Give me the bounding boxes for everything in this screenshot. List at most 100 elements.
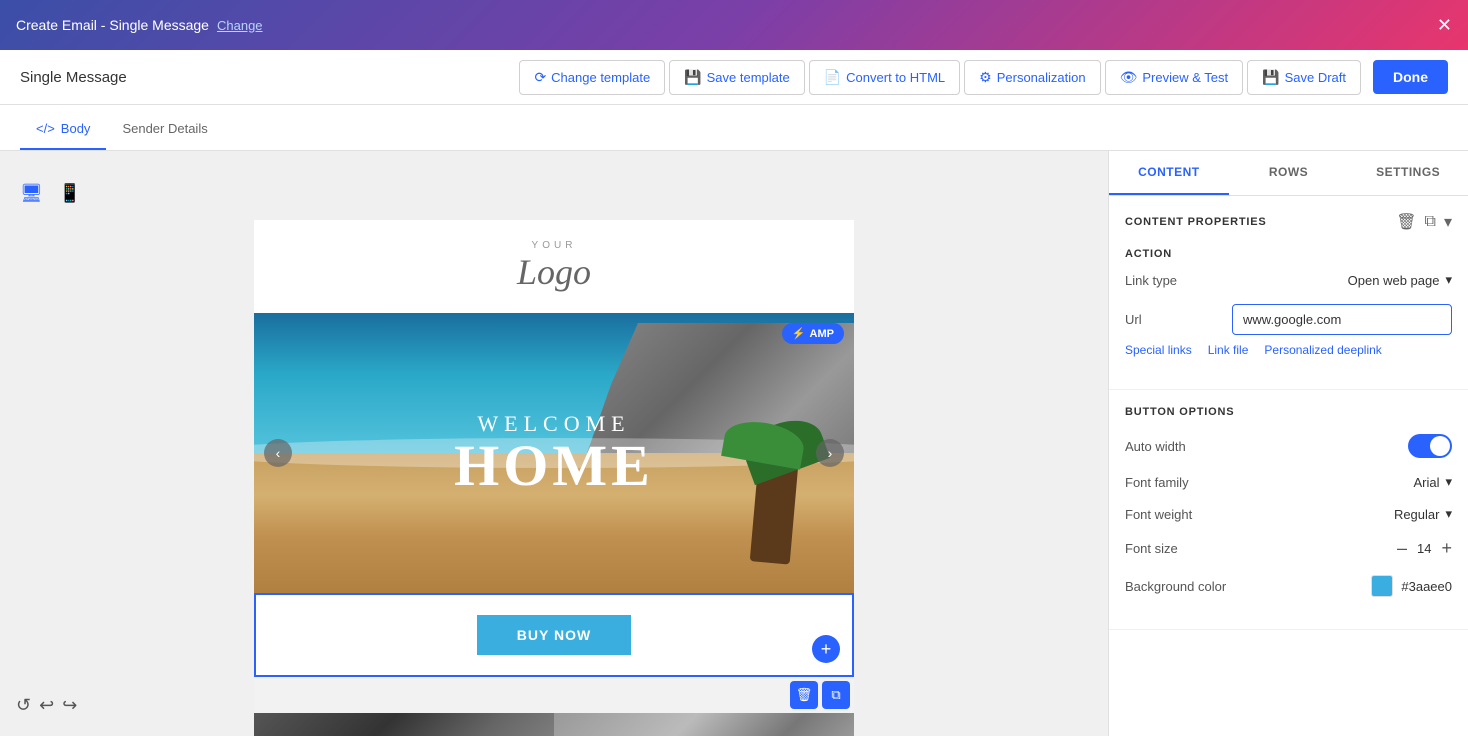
font-weight-chevron: ▾ xyxy=(1445,506,1452,522)
mobile-view-button[interactable]: 📱 xyxy=(55,179,85,208)
link-type-select[interactable]: Open web page ▾ xyxy=(1348,272,1452,288)
color-swatch-container[interactable]: #3aaee0 xyxy=(1371,575,1452,597)
action-title: ACTION xyxy=(1125,248,1452,260)
close-icon[interactable]: ✕ xyxy=(1437,15,1452,36)
panel-tab-rows[interactable]: ROWS xyxy=(1229,151,1349,195)
save-draft-label: Save Draft xyxy=(1285,70,1346,85)
done-button[interactable]: Done xyxy=(1373,60,1448,94)
personalization-label: Personalization xyxy=(997,70,1086,85)
content-properties-title: CONTENT PROPERTIES xyxy=(1125,216,1267,228)
carousel-next-button[interactable]: › xyxy=(816,439,844,467)
panel-tab-settings[interactable]: SETTINGS xyxy=(1348,151,1468,195)
copy-icon: ⧉ xyxy=(831,687,840,703)
change-link[interactable]: Change xyxy=(217,18,263,33)
change-template-icon: ⟳ xyxy=(534,69,546,86)
save-draft-icon: 💾 xyxy=(1262,69,1279,86)
button-options-section: BUTTON OPTIONS Auto width Font family Ar… xyxy=(1109,390,1468,630)
auto-width-label: Auto width xyxy=(1125,439,1186,454)
body-tab-label: Body xyxy=(61,121,91,136)
email-canvas-wrapper: YOUR Logo ⚡ AM xyxy=(254,220,854,736)
bottom-controls: ↺ ↩ ↪ xyxy=(16,695,77,716)
link-type-label: Link type xyxy=(1125,273,1177,288)
buy-now-button[interactable]: BUY NOW xyxy=(477,615,631,655)
font-family-select[interactable]: Arial ▾ xyxy=(1413,474,1452,490)
font-family-value: Arial xyxy=(1413,475,1439,490)
save-template-icon: 💾 xyxy=(684,69,701,86)
carousel-prev-button[interactable]: ‹ xyxy=(264,439,292,467)
reset-button[interactable]: ↺ xyxy=(16,695,31,716)
button-options-title: BUTTON OPTIONS xyxy=(1125,406,1452,418)
special-links-option[interactable]: Special links xyxy=(1125,343,1192,357)
add-element-button[interactable]: + xyxy=(812,635,840,663)
save-template-button[interactable]: 💾 Save template xyxy=(669,60,805,95)
font-family-row: Font family Arial ▾ xyxy=(1125,474,1452,490)
single-message-title: Single Message xyxy=(20,69,127,86)
home-text: HOME xyxy=(454,437,654,495)
tab-sender-details[interactable]: Sender Details xyxy=(106,109,223,150)
personalization-icon: ⚙ xyxy=(979,69,992,86)
save-template-label: Save template xyxy=(707,70,790,85)
personalized-deeplink-option[interactable]: Personalized deeplink xyxy=(1264,343,1381,357)
content-properties-section: CONTENT PROPERTIES 🗑 ⧉ ▾ ACTION Lin xyxy=(1109,196,1468,390)
reset-icon: ↺ xyxy=(16,695,31,715)
font-weight-label: Font weight xyxy=(1125,507,1192,522)
auto-width-row: Auto width xyxy=(1125,434,1452,458)
font-family-label: Font family xyxy=(1125,475,1189,490)
collapse-panel-button[interactable]: ▾ xyxy=(1444,212,1452,232)
delete-content-button[interactable]: 🗑 xyxy=(1396,212,1416,232)
undo-button[interactable]: ↩ xyxy=(39,695,54,716)
canvas-area[interactable]: 🖥 📱 YOUR Logo xyxy=(0,151,1108,736)
convert-html-label: Convert to HTML xyxy=(846,70,945,85)
panel-tabs: CONTENT ROWS SETTINGS xyxy=(1109,151,1468,196)
color-swatch xyxy=(1371,575,1393,597)
tabs-bar: </> Body Sender Details xyxy=(0,105,1468,151)
copy-content-icon: ⧉ xyxy=(1425,213,1436,230)
device-controls: 🖥 📱 xyxy=(0,171,1108,220)
toggle-knob xyxy=(1430,436,1450,456)
save-draft-button[interactable]: 💾 Save Draft xyxy=(1247,60,1361,95)
color-value: #3aaee0 xyxy=(1401,579,1452,594)
email-canvas: YOUR Logo ⚡ AM xyxy=(254,220,854,736)
preview-img-left xyxy=(254,713,554,736)
desktop-view-button[interactable]: 🖥 xyxy=(16,179,47,208)
change-template-button[interactable]: ⟳ Change template xyxy=(519,60,665,95)
background-color-label: Background color xyxy=(1125,579,1226,594)
top-bar-left: Create Email - Single Message Change xyxy=(16,17,263,33)
font-size-minus-button[interactable]: – xyxy=(1397,538,1407,559)
content-properties-header: CONTENT PROPERTIES 🗑 ⧉ ▾ xyxy=(1125,212,1452,232)
link-type-row: Link type Open web page ▾ xyxy=(1125,272,1452,288)
delete-section-button[interactable]: 🗑 xyxy=(790,681,818,709)
panel-tab-content[interactable]: CONTENT xyxy=(1109,151,1229,195)
chevron-down-icon: ▾ xyxy=(1444,214,1452,231)
font-size-value: 14 xyxy=(1417,541,1431,556)
toolbar-actions: ⟳ Change template 💾 Save template 📄 Conv… xyxy=(519,60,1448,95)
preview-test-button[interactable]: 👁 Preview & Test xyxy=(1105,60,1244,95)
copy-section-button[interactable]: ⧉ xyxy=(822,681,850,709)
carousel-text: WELCOME HOME xyxy=(454,411,654,495)
background-color-row: Background color #3aaee0 xyxy=(1125,575,1452,597)
toolbar: Single Message ⟳ Change template 💾 Save … xyxy=(0,50,1468,105)
copy-content-button[interactable]: ⧉ xyxy=(1425,212,1436,232)
preview-strip xyxy=(254,713,854,736)
convert-html-button[interactable]: 📄 Convert to HTML xyxy=(809,60,960,95)
personalization-button[interactable]: ⚙ Personalization xyxy=(964,60,1100,95)
sender-details-label: Sender Details xyxy=(122,121,207,136)
main-layout: 🖥 📱 YOUR Logo xyxy=(0,151,1468,736)
url-input[interactable] xyxy=(1232,304,1452,335)
amp-badge: ⚡ AMP xyxy=(782,323,844,344)
logo-script-text: Logo xyxy=(517,252,591,292)
change-template-label: Change template xyxy=(551,70,650,85)
top-bar: Create Email - Single Message Change ✕ xyxy=(0,0,1468,50)
plus-icon: + xyxy=(1441,538,1452,558)
right-arrow-icon: › xyxy=(828,445,833,461)
convert-html-icon: 📄 xyxy=(824,69,841,86)
font-weight-select[interactable]: Regular ▾ xyxy=(1394,506,1452,522)
redo-button[interactable]: ↪ xyxy=(62,695,77,716)
link-file-option[interactable]: Link file xyxy=(1208,343,1249,357)
link-options: Special links Link file Personalized dee… xyxy=(1125,343,1452,357)
auto-width-toggle[interactable] xyxy=(1408,434,1452,458)
tab-body[interactable]: </> Body xyxy=(20,109,106,150)
preview-img-right xyxy=(554,713,854,736)
url-label: Url xyxy=(1125,312,1142,327)
font-size-plus-button[interactable]: + xyxy=(1441,538,1452,559)
